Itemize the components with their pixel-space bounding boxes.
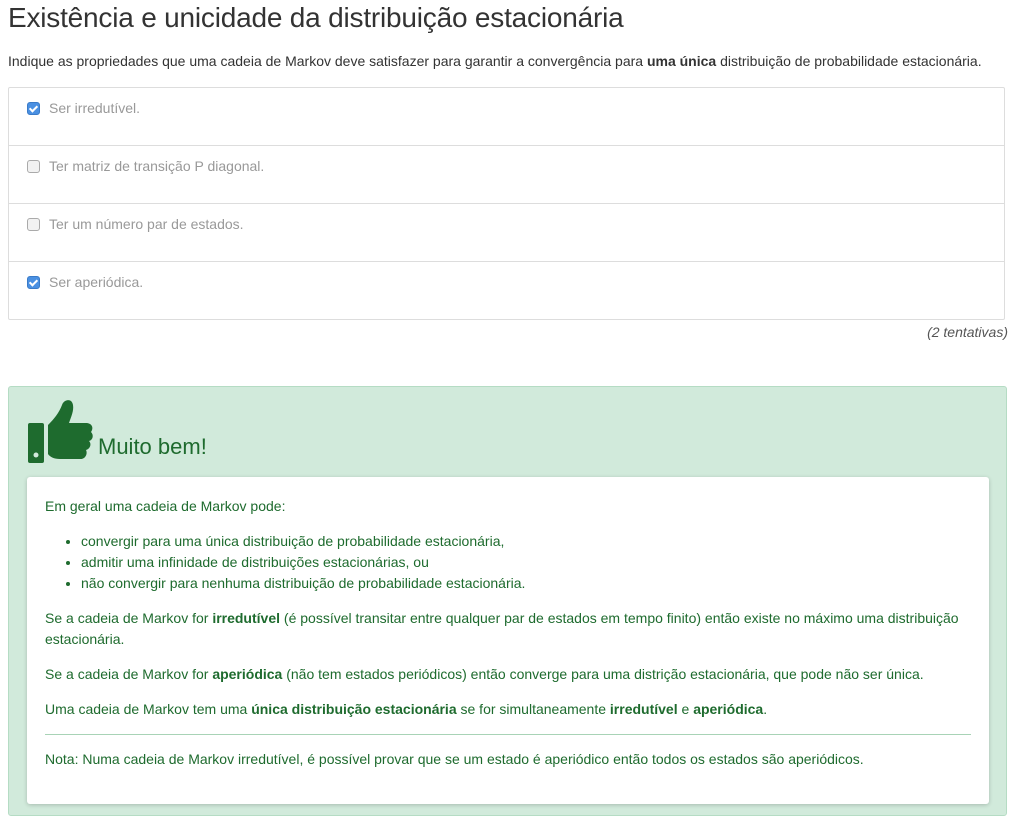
option-item[interactable]: Ser aperiódica. xyxy=(9,262,1004,319)
explanation-bullets: convergir para uma única distribuição de… xyxy=(45,531,971,594)
feedback-panel: Muito bem! Em geral uma cadeia de Markov… xyxy=(8,386,1007,816)
attempts-count: (2 tentativas) xyxy=(927,324,1008,340)
text-fragment: e xyxy=(677,701,694,717)
question-text: Indique as propriedades que uma cadeia d… xyxy=(8,53,982,69)
explanation-intro: Em geral uma cadeia de Markov pode: xyxy=(45,498,286,514)
option-checkbox[interactable] xyxy=(27,102,40,115)
explanation-aperiodic: Se a cadeia de Markov for aperiódica (nã… xyxy=(45,664,971,685)
term-irreducible: irredutível xyxy=(212,610,281,626)
option-checkbox[interactable] xyxy=(27,160,40,173)
question-emphasis: uma única xyxy=(646,53,717,69)
option-label: Ser irredutível. xyxy=(49,100,141,116)
option-item[interactable]: Ser irredutível. xyxy=(9,88,1004,146)
question-suffix: distribuição de probabilidade estacionár… xyxy=(716,53,982,69)
text-fragment: . xyxy=(763,701,768,717)
option-item[interactable]: Ter um número par de estados. xyxy=(9,204,1004,262)
option-item[interactable]: Ter matriz de transição P diagonal. xyxy=(9,146,1004,204)
explanation-box: Em geral uma cadeia de Markov pode: conv… xyxy=(27,477,989,804)
option-checkbox[interactable] xyxy=(27,276,40,289)
question-prefix: Indique as propriedades que uma cadeia d… xyxy=(8,53,647,69)
explanation-conclusion: Uma cadeia de Markov tem uma única distr… xyxy=(45,699,971,720)
text-fragment: Uma cadeia de Markov tem uma xyxy=(45,701,252,717)
option-label: Ter um número par de estados. xyxy=(49,216,244,232)
text-fragment: se for simultaneamente xyxy=(456,701,610,717)
term-aperiodic: aperiódica xyxy=(212,666,283,682)
term-aperiodic: aperiódica xyxy=(693,701,764,717)
text-fragment: Se a cadeia de Markov for xyxy=(45,666,213,682)
explanation-irreducible: Se a cadeia de Markov for irredutível (é… xyxy=(45,608,971,650)
text-fragment: Se a cadeia de Markov for xyxy=(45,610,213,626)
explanation-note: Nota: Numa cadeia de Markov irredutível,… xyxy=(45,751,864,767)
divider xyxy=(45,734,971,735)
option-label: Ter matriz de transição P diagonal. xyxy=(49,158,265,174)
option-label: Ser aperiódica. xyxy=(49,274,144,290)
list-item: não convergir para nenhuma distribuição … xyxy=(81,573,971,594)
feedback-title: Muito bem! xyxy=(98,434,207,459)
term-irreducible: irredutível xyxy=(609,701,678,717)
list-item: admitir uma infinidade de distribuições … xyxy=(81,552,971,573)
thumbs-up-icon xyxy=(28,400,93,463)
text-fragment: (não tem estados periódicos) então conve… xyxy=(282,666,924,682)
list-item: convergir para uma única distribuição de… xyxy=(81,531,971,552)
term-unique-distribution: única distribuição estacionária xyxy=(251,701,457,717)
option-checkbox[interactable] xyxy=(27,218,40,231)
page-title: Existência e unicidade da distribuição e… xyxy=(8,2,624,33)
options-list: Ser irredutível. Ter matriz de transição… xyxy=(8,87,1005,320)
